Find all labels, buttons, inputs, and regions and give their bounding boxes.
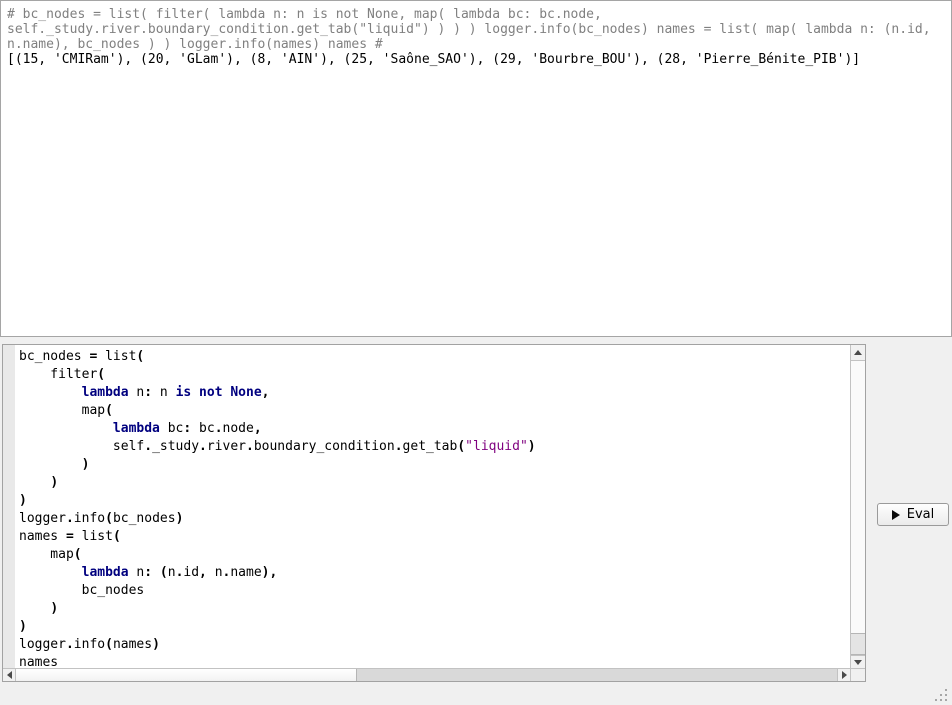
- console-window: # bc_nodes = list( filter( lambda n: n i…: [0, 0, 952, 705]
- horizontal-scrollbar[interactable]: [3, 668, 850, 681]
- code-line[interactable]: ): [19, 456, 848, 474]
- scroll-left-button[interactable]: [3, 669, 16, 681]
- arrow-up-icon: [854, 350, 862, 355]
- scroll-right-button[interactable]: [837, 669, 850, 681]
- code-line[interactable]: lambda bc: bc.node,: [19, 420, 848, 438]
- code-line[interactable]: self._study.river.boundary_condition.get…: [19, 438, 848, 456]
- history-line: n.name), bc_nodes ) ) logger.info(names)…: [7, 37, 946, 52]
- eval-button[interactable]: Eval: [877, 503, 949, 526]
- code-line[interactable]: logger.info(names): [19, 636, 848, 654]
- code-line[interactable]: filter(: [19, 366, 848, 384]
- editor-margin: [3, 345, 15, 668]
- arrow-left-icon: [7, 671, 12, 679]
- code-line[interactable]: bc_nodes: [19, 582, 848, 600]
- scroll-up-button[interactable]: [851, 345, 865, 361]
- eval-button-label: Eval: [907, 507, 935, 522]
- play-icon: [892, 510, 900, 520]
- vertical-scrollbar-thumb[interactable]: [851, 633, 865, 655]
- code-editor[interactable]: bc_nodes = list( filter( lambda n: n is …: [2, 344, 866, 682]
- code-line[interactable]: lambda n: n is not None,: [19, 384, 848, 402]
- scroll-down-button[interactable]: [851, 655, 865, 668]
- code-line[interactable]: ): [19, 600, 848, 618]
- arrow-right-icon: [842, 671, 847, 679]
- horizontal-scrollbar-thumb[interactable]: [16, 669, 357, 681]
- scrollbar-corner: [850, 668, 865, 681]
- code-line[interactable]: logger.info(bc_nodes): [19, 510, 848, 528]
- code-line[interactable]: ): [19, 474, 848, 492]
- code-line[interactable]: names: [19, 654, 848, 668]
- history-line: self._study.river.boundary_condition.get…: [7, 22, 946, 37]
- arrow-down-icon: [854, 660, 862, 665]
- code-line[interactable]: ): [19, 618, 848, 636]
- code-line[interactable]: names = list(: [19, 528, 848, 546]
- history-line: # bc_nodes = list( filter( lambda n: n i…: [7, 7, 946, 22]
- code-line[interactable]: ): [19, 492, 848, 510]
- code-line[interactable]: lambda n: (n.id, n.name),: [19, 564, 848, 582]
- resize-grip-icon[interactable]: [934, 688, 948, 702]
- result-line: [(15, 'CMIRam'), (20, 'GLam'), (8, 'AIN'…: [7, 52, 946, 67]
- output-history-pane[interactable]: # bc_nodes = list( filter( lambda n: n i…: [0, 0, 952, 337]
- code-line[interactable]: map(: [19, 546, 848, 564]
- code-line[interactable]: map(: [19, 402, 848, 420]
- vertical-scrollbar[interactable]: [850, 345, 865, 668]
- code-text-area[interactable]: bc_nodes = list( filter( lambda n: n is …: [19, 348, 848, 668]
- code-line[interactable]: bc_nodes = list(: [19, 348, 848, 366]
